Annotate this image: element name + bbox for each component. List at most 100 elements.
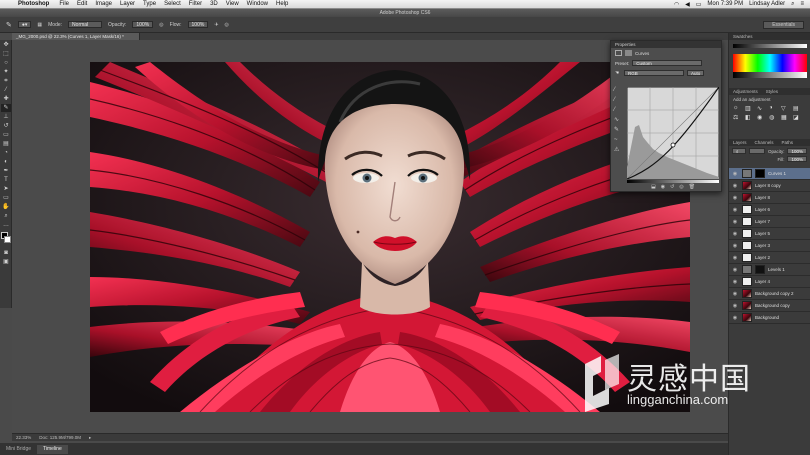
layer-row[interactable]: ◉ Layer 3: [729, 240, 810, 252]
layer-name[interactable]: Levels 1: [768, 267, 785, 272]
invert-icon[interactable]: ◪: [793, 114, 803, 121]
tab-swatches[interactable]: Swatches: [733, 33, 753, 40]
layer-name[interactable]: Background: [755, 315, 779, 320]
layer-thumbnail[interactable]: [742, 277, 752, 286]
layer-visibility-eye-icon[interactable]: ◉: [731, 207, 739, 213]
layer-visibility-eye-icon[interactable]: ◉: [731, 231, 739, 237]
quick-mask-icon[interactable]: ◙: [1, 249, 11, 257]
layer-name[interactable]: Layer 8: [755, 195, 770, 200]
layer-name[interactable]: Curves 1: [768, 171, 786, 176]
tab-paths[interactable]: Paths: [782, 139, 794, 146]
layer-thumbnail[interactable]: [742, 289, 752, 298]
mode-select[interactable]: Normal: [68, 21, 103, 28]
menu-file[interactable]: File: [55, 1, 73, 7]
levels-icon[interactable]: ▥: [745, 105, 755, 112]
layer-row[interactable]: ◉ Layer 4: [729, 276, 810, 288]
workspace-switcher[interactable]: Essentials: [763, 21, 804, 29]
volume-icon[interactable]: ◀: [685, 1, 690, 8]
curves-icon[interactable]: ∿: [757, 105, 767, 112]
layer-visibility-eye-icon[interactable]: ◉: [731, 291, 739, 297]
auto-button[interactable]: Auto: [687, 70, 705, 76]
eyedropper-white-icon[interactable]: ⁄: [614, 105, 622, 115]
brush-panel-icon[interactable]: ▦: [37, 22, 42, 28]
hand-tool-icon[interactable]: ✋: [1, 203, 11, 211]
battery-icon[interactable]: ▭: [696, 1, 702, 8]
quick-select-tool-icon[interactable]: ✦: [1, 68, 11, 76]
app-menu[interactable]: Photoshop: [16, 1, 55, 7]
stamp-tool-icon[interactable]: ⊥: [1, 113, 11, 121]
layer-row[interactable]: ◉ Layer 2: [729, 252, 810, 264]
layer-row[interactable]: ◉ Layer 8: [729, 192, 810, 204]
hue-saturation-icon[interactable]: ▤: [793, 105, 803, 112]
layer-thumbnail[interactable]: [742, 229, 752, 238]
layer-name[interactable]: Layer 7: [755, 219, 770, 224]
tab-channels[interactable]: Channels: [755, 139, 774, 146]
properties-panel-header[interactable]: Properties: [611, 41, 721, 48]
path-select-icon[interactable]: ➤: [1, 185, 11, 193]
blend-mode-select[interactable]: [748, 148, 765, 154]
menu-help[interactable]: Help: [272, 1, 292, 7]
layer-thumbnail[interactable]: [742, 217, 752, 226]
layer-name[interactable]: Background copy: [755, 303, 790, 308]
eyedropper-tool-icon[interactable]: ⁄: [1, 86, 11, 94]
eraser-tool-icon[interactable]: ▭: [1, 131, 11, 139]
layer-row[interactable]: ◉ Background: [729, 312, 810, 324]
layer-visibility-eye-icon[interactable]: ◉: [731, 315, 739, 321]
menu-select[interactable]: Select: [160, 1, 185, 7]
document-tab[interactable]: _MG_2000.psd @ 22.3% (Curves 1, Layer Ma…: [12, 33, 140, 40]
layer-thumbnail[interactable]: [742, 241, 752, 250]
user-name[interactable]: Lindsay Adler: [749, 1, 785, 7]
layer-row[interactable]: ◉ Layer 5: [729, 228, 810, 240]
layer-thumbnail[interactable]: [742, 313, 752, 322]
pen-tool-icon[interactable]: ✒: [1, 167, 11, 175]
preset-select[interactable]: Custom: [632, 60, 703, 66]
blur-tool-icon[interactable]: ◔: [1, 149, 11, 157]
layer-visibility-eye-icon[interactable]: ◉: [731, 303, 739, 309]
zoom-level[interactable]: 22.33%: [16, 434, 31, 441]
curves-graph[interactable]: [627, 87, 719, 179]
layer-row[interactable]: ◉ Curves 1: [729, 168, 810, 180]
type-tool-icon[interactable]: T: [1, 176, 11, 184]
tab-styles[interactable]: Styles: [766, 88, 778, 95]
airbrush-icon[interactable]: ✈: [214, 22, 218, 28]
marquee-tool-icon[interactable]: ⬚: [1, 50, 11, 58]
brightness-icon[interactable]: ☼: [733, 105, 743, 112]
layer-visibility-eye-icon[interactable]: ◉: [731, 267, 739, 273]
layer-name[interactable]: Background copy 2: [755, 291, 794, 296]
color-lookup-icon[interactable]: ▦: [781, 114, 791, 121]
clip-to-layer-icon[interactable]: ⬓: [651, 184, 656, 190]
layer-name[interactable]: Layer 3: [755, 243, 770, 248]
layer-name[interactable]: Layer 6: [755, 207, 770, 212]
layer-mask-thumbnail[interactable]: [755, 169, 765, 178]
layers-opacity-field[interactable]: 100%: [787, 148, 807, 154]
menu-view[interactable]: View: [222, 1, 243, 7]
background-color[interactable]: [4, 236, 11, 243]
tab-layers[interactable]: Layers: [733, 139, 747, 146]
move-tool-icon[interactable]: ✥: [1, 41, 11, 49]
color-balance-icon[interactable]: ⚖: [733, 114, 743, 121]
pressure-opacity-icon[interactable]: ◎: [159, 22, 163, 28]
curve-points-icon[interactable]: ∿: [614, 115, 622, 125]
reset-icon[interactable]: ↺: [670, 184, 674, 190]
spectrum-gray[interactable]: [733, 72, 807, 78]
opacity-field[interactable]: 100%: [132, 21, 154, 28]
clipping-warning-icon[interactable]: ⚠: [614, 145, 622, 155]
tab-timeline[interactable]: Timeline: [37, 444, 68, 454]
menu-edit[interactable]: Edit: [73, 1, 91, 7]
extra-tools-icon[interactable]: …: [1, 221, 11, 229]
layer-row[interactable]: ◉ Layer 8 copy: [729, 180, 810, 192]
layer-name[interactable]: Layer 5: [755, 231, 770, 236]
crop-tool-icon[interactable]: ⌗: [1, 77, 11, 85]
channel-select[interactable]: RGB: [624, 70, 684, 76]
layer-name[interactable]: Layer 8 copy: [755, 183, 781, 188]
list-icon[interactable]: ≡: [800, 1, 804, 7]
menu-window[interactable]: Window: [243, 1, 272, 7]
mask-icon[interactable]: [625, 50, 632, 56]
tab-mini-bridge[interactable]: Mini Bridge: [0, 445, 37, 454]
shape-tool-icon[interactable]: ▭: [1, 194, 11, 202]
screen-mode-icon[interactable]: ▣: [1, 258, 11, 266]
layer-name[interactable]: Layer 2: [755, 255, 770, 260]
pressure-size-icon[interactable]: ◎: [225, 22, 229, 28]
healing-tool-icon[interactable]: ✚: [1, 95, 11, 103]
menu-filter[interactable]: Filter: [185, 1, 206, 7]
